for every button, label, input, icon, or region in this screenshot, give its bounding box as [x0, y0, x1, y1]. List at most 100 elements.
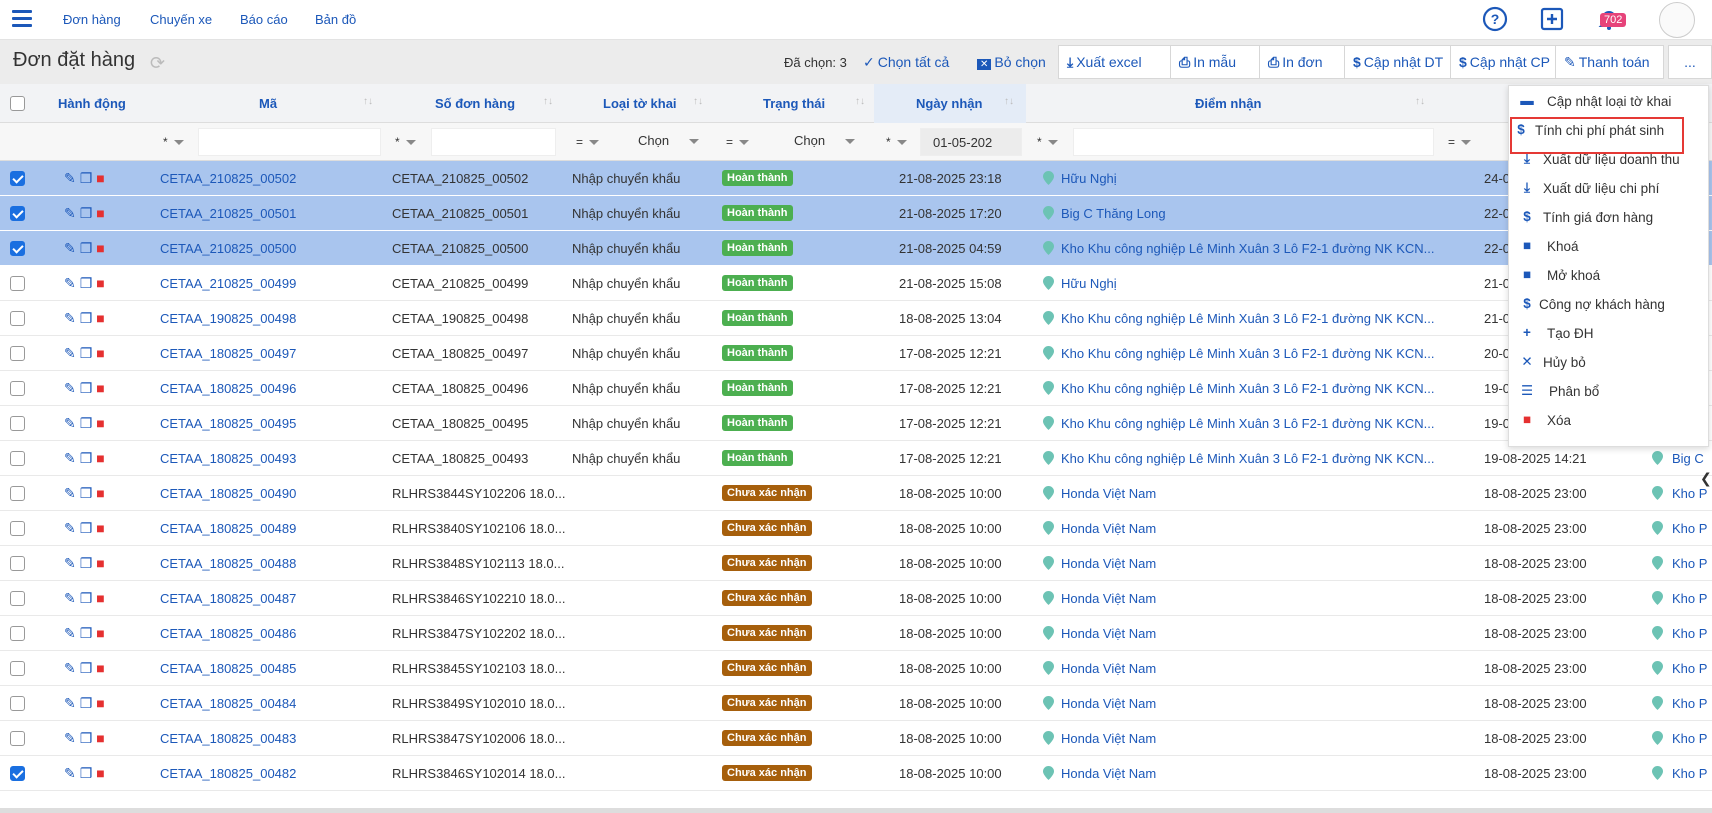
print-order-button[interactable]: ⎙ In đơn: [1259, 45, 1345, 79]
row-checkbox[interactable]: [10, 311, 25, 326]
cell-ma[interactable]: CETAA_180825_00495: [160, 416, 296, 431]
trash-icon[interactable]: ■: [96, 625, 104, 641]
row-checkbox[interactable]: [10, 696, 25, 711]
hamburger-menu-icon[interactable]: [12, 10, 32, 27]
filter-op-so[interactable]: *: [395, 135, 416, 149]
filter-op-diem[interactable]: *: [1037, 135, 1058, 149]
row-checkbox[interactable]: [10, 171, 25, 186]
cell-diem-giao[interactable]: Kho P: [1672, 556, 1707, 571]
cell-diem-nhan[interactable]: Honda Việt Nam: [1061, 486, 1156, 501]
cell-ma[interactable]: CETAA_180825_00493: [160, 451, 296, 466]
row-checkbox[interactable]: [10, 661, 25, 676]
copy-icon[interactable]: ❐: [80, 625, 93, 641]
cell-ma[interactable]: CETAA_180825_00486: [160, 626, 296, 641]
row-checkbox[interactable]: [10, 486, 25, 501]
sort-icon[interactable]: ↑↓: [693, 96, 703, 107]
trash-icon[interactable]: ■: [96, 730, 104, 746]
more-button[interactable]: ...: [1668, 45, 1712, 79]
cell-ma[interactable]: CETAA_180825_00482: [160, 766, 296, 781]
filter-op-ma[interactable]: *: [163, 135, 184, 149]
sort-icon[interactable]: ↑↓: [363, 96, 373, 107]
cell-diem-nhan[interactable]: Honda Việt Nam: [1061, 696, 1156, 711]
table-row[interactable]: ✎ ❐ ■ CETAA_190825_00498 CETAA_190825_00498 N…: [0, 301, 1712, 336]
menu-item-delete[interactable]: ■ Xóa: [1509, 407, 1710, 436]
cell-diem-nhan[interactable]: Kho Khu công nghiệp Lê Minh Xuân 3 Lô F2…: [1061, 451, 1435, 466]
copy-icon[interactable]: ❐: [80, 450, 93, 466]
cell-ma[interactable]: CETAA_180825_00485: [160, 661, 296, 676]
row-checkbox[interactable]: [10, 346, 25, 361]
trash-icon[interactable]: ■: [96, 205, 104, 221]
copy-icon[interactable]: ❐: [80, 275, 93, 291]
table-row[interactable]: ✎ ❐ ■ CETAA_180825_00493 CETAA_180825_00493 N…: [0, 441, 1712, 476]
cell-diem-nhan[interactable]: Honda Việt Nam: [1061, 731, 1156, 746]
table-row[interactable]: ✎ ❐ ■ CETAA_180825_00496 CETAA_180825_00496 N…: [0, 371, 1712, 406]
filter-op-ngay[interactable]: *: [886, 135, 907, 149]
cell-ma[interactable]: CETAA_210825_00499: [160, 276, 296, 291]
row-checkbox[interactable]: [10, 591, 25, 606]
payment-button[interactable]: ✎ Thanh toán: [1555, 45, 1664, 79]
copy-icon[interactable]: ❐: [80, 345, 93, 361]
cell-ma[interactable]: CETAA_180825_00490: [160, 486, 296, 501]
edit-icon[interactable]: ✎: [64, 380, 76, 396]
table-row[interactable]: ✎ ❐ ■ CETAA_180825_00497 CETAA_180825_00497 N…: [0, 336, 1712, 371]
table-row[interactable]: ✎ ❐ ■ CETAA_180825_00487 RLHRS3846SY102210 1…: [0, 581, 1712, 616]
cell-ma[interactable]: CETAA_180825_00488: [160, 556, 296, 571]
trash-icon[interactable]: ■: [96, 380, 104, 396]
trash-icon[interactable]: ■: [96, 660, 104, 676]
copy-icon[interactable]: ❐: [80, 415, 93, 431]
row-checkbox[interactable]: [10, 206, 25, 221]
cell-diem-giao[interactable]: Big C: [1672, 451, 1704, 466]
trash-icon[interactable]: ■: [96, 275, 104, 291]
header-ngay-nhan[interactable]: Ngày nhận: [916, 96, 982, 111]
cell-diem-nhan[interactable]: Honda Việt Nam: [1061, 766, 1156, 781]
cell-diem-nhan[interactable]: Honda Việt Nam: [1061, 591, 1156, 606]
edit-icon[interactable]: ✎: [64, 625, 76, 641]
copy-icon[interactable]: ❐: [80, 485, 93, 501]
cell-ma[interactable]: CETAA_180825_00484: [160, 696, 296, 711]
table-row[interactable]: ✎ ❐ ■ CETAA_210825_00502 CETAA_210825_00502 N…: [0, 161, 1712, 196]
trash-icon[interactable]: ■: [96, 695, 104, 711]
trash-icon[interactable]: ■: [96, 555, 104, 571]
copy-icon[interactable]: ❐: [80, 660, 93, 676]
table-row[interactable]: ✎ ❐ ■ CETAA_180825_00483 RLHRS3847SY102006 1…: [0, 721, 1712, 756]
table-row[interactable]: ✎ ❐ ■ CETAA_210825_00500 CETAA_210825_00500 N…: [0, 231, 1712, 266]
copy-icon[interactable]: ❐: [80, 170, 93, 186]
row-checkbox[interactable]: [10, 416, 25, 431]
filter-input-diem[interactable]: [1073, 128, 1434, 156]
filter-op-ngay2[interactable]: =: [1448, 135, 1472, 149]
edit-icon[interactable]: ✎: [64, 240, 76, 256]
print-template-button[interactable]: ⎙ In mẫu: [1170, 45, 1260, 79]
menu-item-unlock[interactable]: ■ Mở khoá: [1509, 262, 1710, 291]
copy-icon[interactable]: ❐: [80, 310, 93, 326]
cell-ma[interactable]: CETAA_210825_00501: [160, 206, 296, 221]
edit-icon[interactable]: ✎: [64, 205, 76, 221]
menu-item-calc-price[interactable]: $ Tính giá đơn hàng: [1509, 204, 1710, 233]
cell-diem-giao[interactable]: Kho P: [1672, 591, 1707, 606]
nav-link-bao-cao[interactable]: Báo cáo: [240, 12, 288, 27]
edit-icon[interactable]: ✎: [64, 590, 76, 606]
row-checkbox[interactable]: [10, 276, 25, 291]
cell-diem-nhan[interactable]: Big C Thăng Long: [1061, 206, 1166, 221]
nav-link-don-hang[interactable]: Đơn hàng: [63, 12, 121, 27]
trash-icon[interactable]: ■: [96, 170, 104, 186]
trash-icon[interactable]: ■: [96, 590, 104, 606]
refresh-icon[interactable]: ⟳: [150, 53, 165, 74]
cell-diem-giao[interactable]: Kho P: [1672, 661, 1707, 676]
copy-icon[interactable]: ❐: [80, 695, 93, 711]
cell-ma[interactable]: CETAA_180825_00487: [160, 591, 296, 606]
cell-diem-nhan[interactable]: Honda Việt Nam: [1061, 661, 1156, 676]
cell-diem-giao[interactable]: Kho P: [1672, 626, 1707, 641]
cell-ma[interactable]: CETAA_190825_00498: [160, 311, 296, 326]
deselect-button[interactable]: ✕ Bỏ chọn: [977, 54, 1046, 70]
menu-item-export-cost[interactable]: ⤓ Xuất dữ liệu chi phí: [1509, 175, 1710, 204]
header-ma[interactable]: Mã: [259, 96, 277, 111]
table-row[interactable]: ✎ ❐ ■ CETAA_180825_00488 RLHRS3848SY102113 1…: [0, 546, 1712, 581]
table-row[interactable]: ✎ ❐ ■ CETAA_180825_00484 RLHRS3849SY102010 1…: [0, 686, 1712, 721]
edit-icon[interactable]: ✎: [64, 730, 76, 746]
menu-item-cancel[interactable]: ✕ Hủy bỏ: [1509, 349, 1710, 378]
add-square-icon[interactable]: [1539, 6, 1565, 32]
header-so-don-hang[interactable]: Số đơn hàng: [435, 96, 515, 111]
horizontal-scrollbar[interactable]: [0, 808, 1712, 813]
header-trang-thai[interactable]: Trạng thái: [763, 96, 825, 111]
trash-icon[interactable]: ■: [96, 765, 104, 781]
